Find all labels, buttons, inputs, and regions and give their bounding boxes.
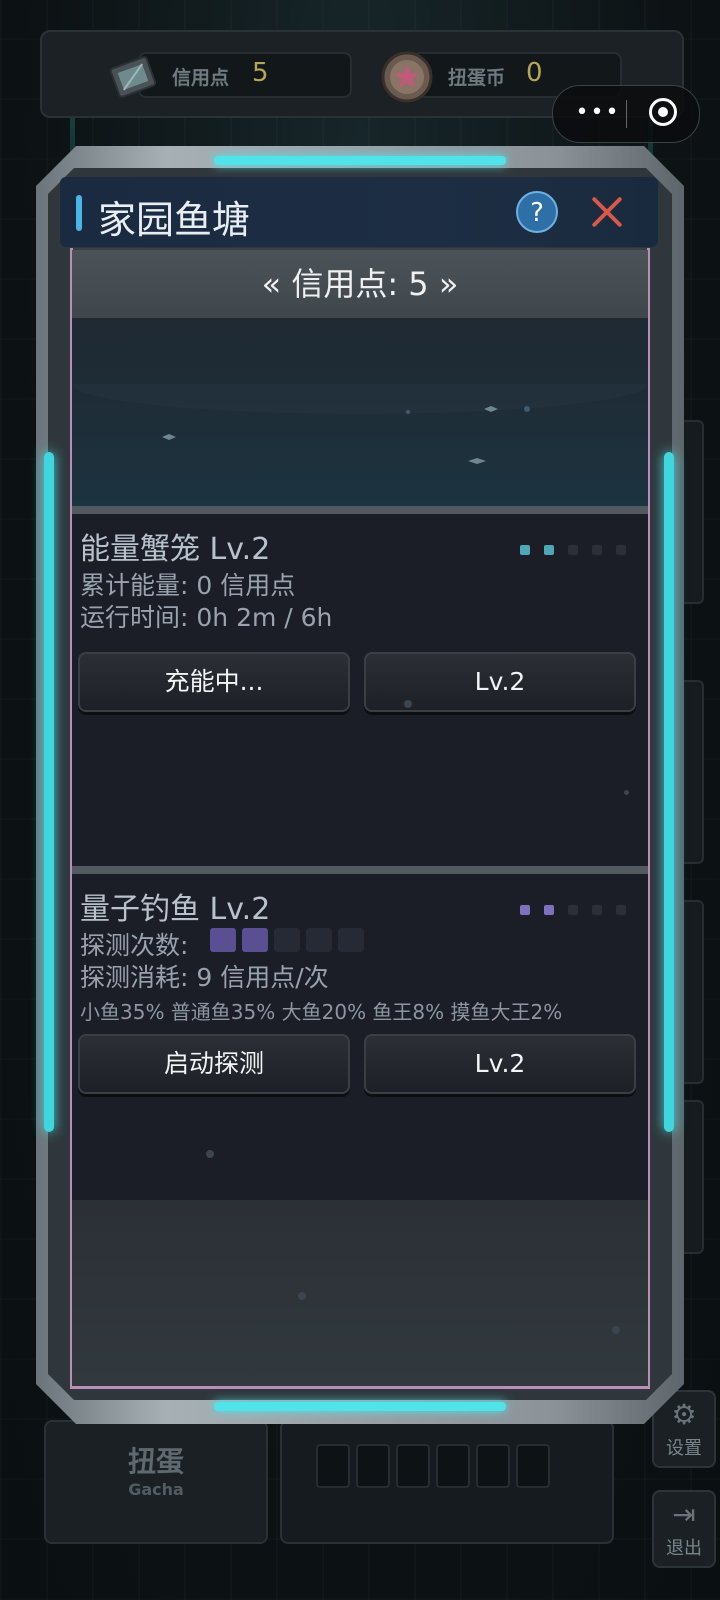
particle bbox=[404, 700, 412, 708]
charging-button[interactable]: 充能中... bbox=[78, 652, 350, 712]
probe-count-label: 探测次数: bbox=[80, 931, 189, 960]
level-pip bbox=[544, 905, 554, 915]
particle bbox=[298, 1292, 306, 1300]
close-miniprogram-button[interactable] bbox=[649, 98, 677, 126]
question-icon: ? bbox=[530, 198, 544, 228]
crab-cage-title: 能量蟹笼 Lv.2 bbox=[80, 532, 271, 567]
quantum-fishing-title: 量子钓鱼 Lv.2 bbox=[80, 892, 271, 927]
frame-trim bbox=[70, 1386, 650, 1389]
frame-glow-left bbox=[44, 452, 54, 1132]
settings-label: 设置 bbox=[666, 1438, 702, 1459]
water-surface bbox=[72, 384, 648, 414]
start-probe-button[interactable]: 启动探测 bbox=[78, 1034, 350, 1094]
machine-slot bbox=[476, 1444, 510, 1488]
particle bbox=[624, 790, 629, 795]
coins-label: 扭蛋币 bbox=[448, 67, 506, 89]
probe-cost: 探测消耗: 9 信用点/次 bbox=[80, 963, 329, 992]
credits-label: 信用点 bbox=[172, 67, 230, 89]
crab-cage-energy: 累计能量: 0 信用点 bbox=[80, 571, 296, 600]
star-coin-icon bbox=[381, 51, 433, 103]
modal-header: 家园鱼塘 ? bbox=[60, 177, 658, 247]
probe-block-filled bbox=[242, 928, 268, 952]
more-options-button[interactable]: ••• bbox=[573, 102, 623, 125]
section-divider bbox=[72, 866, 648, 874]
probe-block-empty bbox=[274, 928, 300, 952]
probe-block-empty bbox=[306, 928, 332, 952]
close-button[interactable] bbox=[590, 195, 624, 229]
machine-slot bbox=[436, 1444, 470, 1488]
bubble bbox=[406, 410, 410, 414]
help-button[interactable]: ? bbox=[516, 191, 558, 233]
coins-value: 0 bbox=[526, 58, 543, 88]
frame-glow-bottom bbox=[214, 1402, 506, 1411]
gacha-button[interactable]: 扭蛋 Gacha bbox=[44, 1420, 268, 1544]
capsule-separator bbox=[626, 100, 627, 128]
exit-label: 退出 bbox=[666, 1538, 702, 1559]
credits-value: 5 bbox=[252, 58, 269, 88]
frame-glow-top bbox=[214, 156, 506, 165]
quantum-fishing-upgrade-button[interactable]: Lv.2 bbox=[364, 1034, 636, 1094]
level-pip bbox=[592, 545, 602, 555]
level-pip bbox=[520, 545, 530, 555]
level-pip bbox=[616, 905, 626, 915]
level-pip bbox=[568, 905, 578, 915]
modal-title: 家园鱼塘 bbox=[98, 198, 251, 242]
crab-cage-level-pips bbox=[520, 540, 640, 555]
chip-card-icon bbox=[109, 56, 157, 98]
gacha-title: 扭蛋 bbox=[127, 1445, 184, 1478]
machine-slot bbox=[396, 1444, 430, 1488]
title-accent-bar bbox=[76, 195, 82, 231]
level-pip bbox=[592, 905, 602, 915]
level-pip bbox=[616, 545, 626, 555]
catch-odds: 小鱼35% 普通鱼35% 大鱼20% 鱼王8% 摸鱼大王2% bbox=[80, 1000, 563, 1024]
level-pip bbox=[520, 905, 530, 915]
machine-slot bbox=[356, 1444, 390, 1488]
machine-slot bbox=[316, 1444, 350, 1488]
crab-cage-runtime: 运行时间: 0h 2m / 6h bbox=[80, 603, 333, 632]
machine-slot bbox=[516, 1444, 550, 1488]
credits-display: « 信用点: 5 » bbox=[72, 250, 648, 318]
bubble bbox=[524, 406, 530, 412]
fish-pond-view bbox=[72, 318, 648, 506]
crab-cage-panel: 能量蟹笼 Lv.2 累计能量: 0 信用点 运行时间: 0h 2m / 6h 充… bbox=[72, 514, 648, 866]
gacha-subtitle: Gacha bbox=[128, 1480, 184, 1499]
frame-glow-right bbox=[664, 452, 674, 1132]
quantum-fishing-level-pips bbox=[520, 900, 640, 915]
gacha-machine bbox=[280, 1420, 614, 1544]
section-divider bbox=[72, 506, 648, 514]
quantum-fishing-panel: 量子钓鱼 Lv.2 探测次数: 探测消耗: 9 信用点/次 小鱼35% 普通鱼3… bbox=[72, 874, 648, 1200]
miniprogram-capsule: ••• bbox=[552, 85, 700, 143]
probe-block-empty bbox=[338, 928, 364, 952]
particle bbox=[612, 1326, 620, 1334]
credits-pill: 信用点 5 bbox=[109, 52, 352, 98]
exit-button[interactable]: ⇥ 退出 bbox=[652, 1490, 716, 1568]
probe-block-filled bbox=[210, 928, 236, 952]
level-pip bbox=[544, 545, 554, 555]
credits-display-text: « 信用点: 5 » bbox=[261, 265, 459, 303]
fish-sprite bbox=[468, 458, 486, 464]
particle bbox=[206, 1150, 214, 1158]
fish-sprite bbox=[162, 434, 176, 440]
exit-door-icon: ⇥ bbox=[672, 1498, 696, 1531]
modal-bottom-water bbox=[72, 1200, 648, 1386]
level-pip bbox=[568, 545, 578, 555]
